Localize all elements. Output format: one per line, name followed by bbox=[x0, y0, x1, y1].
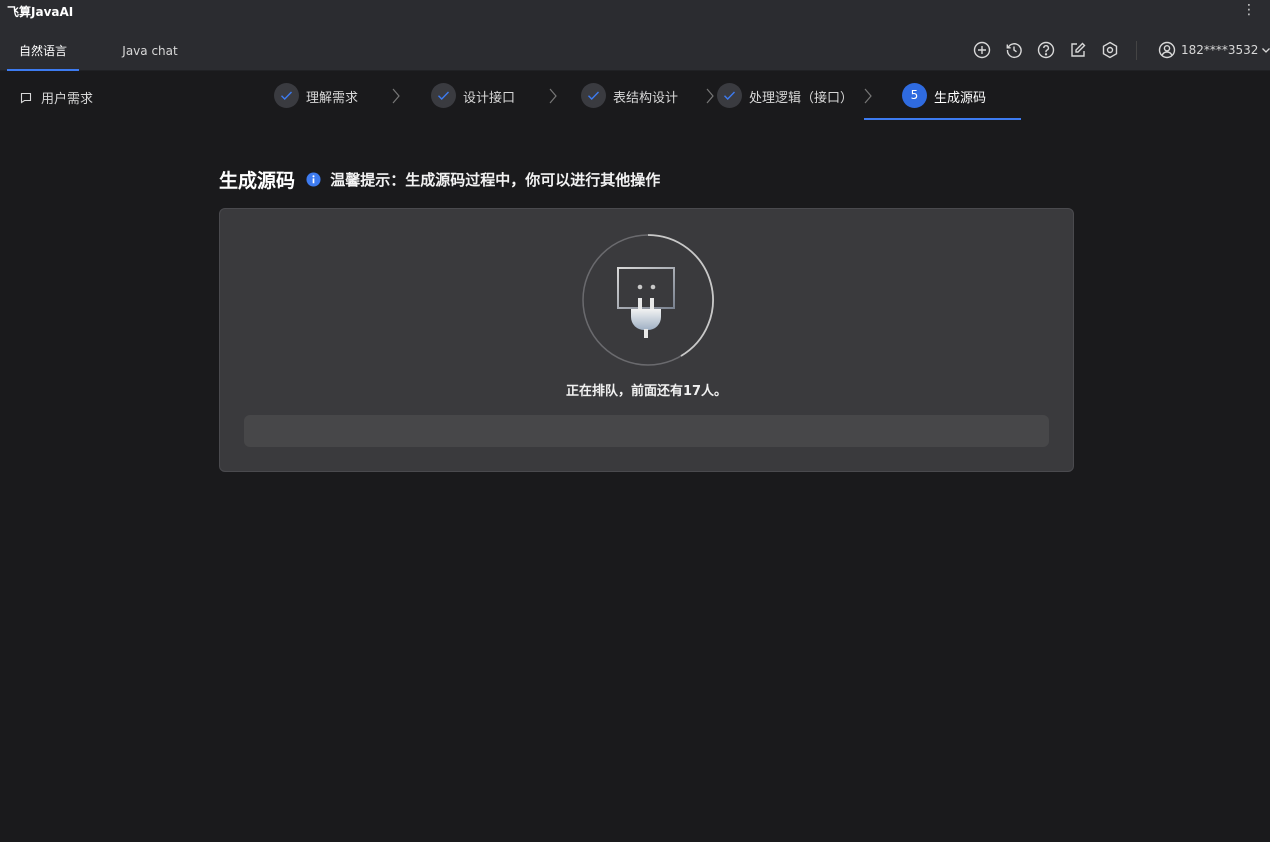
history-icon[interactable] bbox=[1005, 41, 1023, 59]
step-label: 处理逻辑（接口） bbox=[749, 91, 854, 106]
edit-icon[interactable] bbox=[1069, 41, 1087, 59]
step-label: 设计接口 bbox=[463, 91, 516, 106]
step-label: 理解需求 bbox=[306, 91, 359, 106]
tab-java-chat[interactable]: Java chat bbox=[114, 22, 186, 71]
toolbar-divider bbox=[1136, 41, 1137, 60]
user-requirement-link[interactable]: 用户需求 bbox=[20, 88, 93, 107]
step-bar: 用户需求 理解需求 设计接口 表结构设计 处理逻辑（接口） 5 生成源码 bbox=[0, 72, 1270, 120]
chevron-right-icon bbox=[392, 88, 400, 104]
active-step-indicator bbox=[864, 118, 1021, 120]
user-avatar-icon bbox=[1158, 41, 1176, 59]
step-check-icon bbox=[274, 83, 299, 108]
title-bar: 飞算JavaAI ⋮ bbox=[0, 0, 1270, 22]
message-icon bbox=[20, 92, 32, 104]
step-check-icon bbox=[581, 83, 606, 108]
more-vertical-icon[interactable]: ⋮ bbox=[1242, 2, 1256, 18]
generation-status-card: 正在排队，前面还有17人。 bbox=[219, 208, 1074, 472]
section-heading: 生成源码 温馨提示：生成源码过程中，你可以进行其他操作 bbox=[219, 166, 660, 192]
chevron-right-icon bbox=[706, 88, 714, 104]
queue-status-text: 正在排队，前面还有17人。 bbox=[565, 384, 728, 399]
tab-natural-language[interactable]: 自然语言 bbox=[7, 22, 79, 71]
page-title: 生成源码 bbox=[219, 170, 296, 192]
add-icon[interactable] bbox=[973, 41, 991, 59]
user-requirement-label: 用户需求 bbox=[41, 92, 94, 107]
help-icon[interactable] bbox=[1037, 41, 1055, 59]
user-name: 182****3532 bbox=[1181, 43, 1259, 57]
chevron-right-icon bbox=[864, 88, 872, 104]
plug-icon bbox=[582, 234, 714, 366]
app-title: 飞算JavaAI bbox=[7, 5, 74, 19]
chevron-right-icon bbox=[549, 88, 557, 104]
info-icon bbox=[306, 172, 321, 187]
settings-icon[interactable] bbox=[1101, 41, 1119, 59]
step-number-badge: 5 bbox=[902, 83, 927, 108]
step-number: 5 bbox=[910, 88, 919, 102]
step-check-icon bbox=[717, 83, 742, 108]
step-label: 表结构设计 bbox=[613, 91, 679, 106]
chevron-down-icon bbox=[1262, 48, 1270, 53]
tip-text: 温馨提示：生成源码过程中，你可以进行其他操作 bbox=[330, 171, 661, 189]
progress-bar bbox=[244, 415, 1049, 447]
step-check-icon bbox=[431, 83, 456, 108]
step-label: 生成源码 bbox=[934, 91, 987, 106]
